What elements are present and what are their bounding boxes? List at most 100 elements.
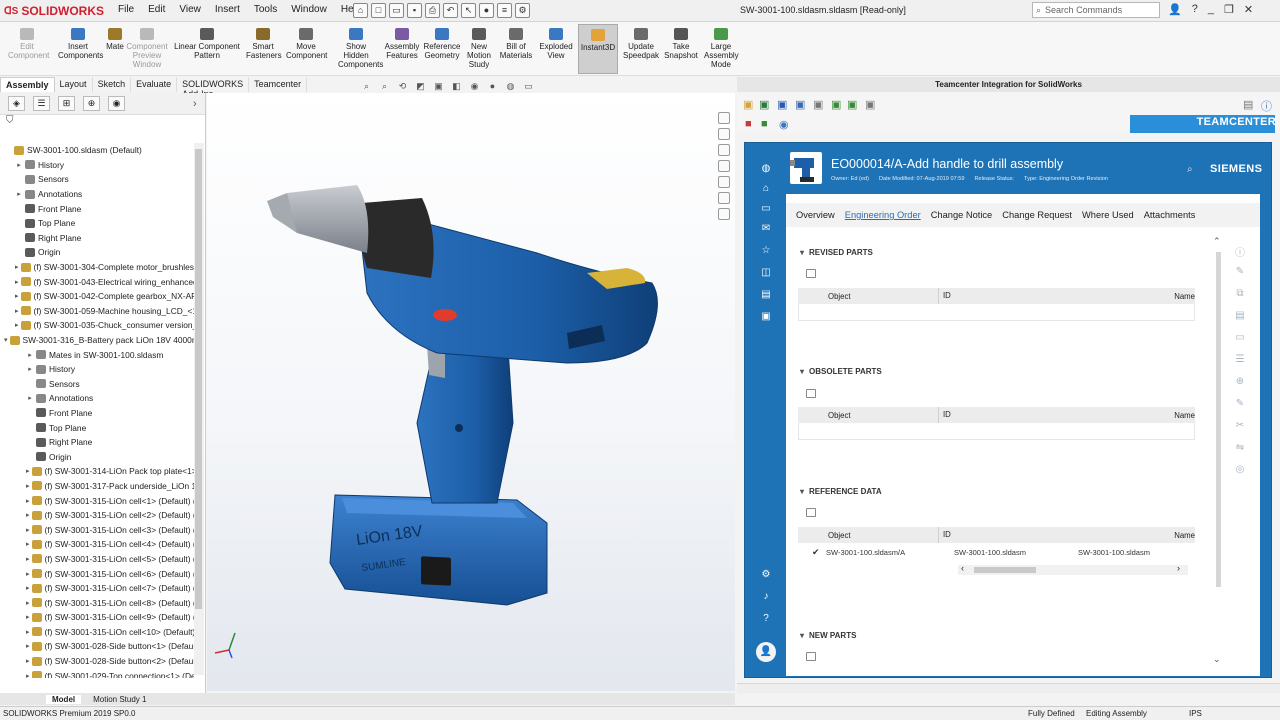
menu-edit[interactable]: Edit — [148, 4, 165, 15]
tree-item[interactable]: ▸ (f) SW-3001-028-Side button<2> (Default — [0, 654, 194, 669]
tree-item[interactable]: ▸ (f) SW-3001-042-Complete gearbox_NX-ARR… — [0, 289, 194, 304]
solidworks-logo[interactable]: ᗡS SOLIDWORKS — [4, 3, 104, 19]
add-action-icon[interactable]: ⊕ — [1234, 376, 1246, 387]
favorites-icon[interactable]: ☆ — [760, 246, 772, 256]
ribbon-button-10[interactable]: New Motion Study — [466, 28, 492, 69]
configuration-manager-icon[interactable]: ⊞ — [58, 96, 75, 111]
reports-icon[interactable]: ▣ — [760, 312, 772, 322]
tree-item[interactable]: ▸ (f) SW-3001-315-LiOn cell<5> (Default) … — [0, 552, 194, 567]
scroll-left-icon[interactable]: ‹ — [961, 563, 964, 573]
ribbon-button-7[interactable]: Show Hidden Components — [338, 28, 383, 69]
expand-toggle-icon[interactable]: ▸ — [15, 190, 23, 198]
tree-item[interactable]: Top Plane — [0, 420, 194, 435]
tree-item[interactable]: ▸ (f) SW-3001-315-LiOn cell<2> (Default) … — [0, 508, 194, 523]
share-action-icon[interactable]: ⇋ — [1234, 442, 1246, 453]
globe-icon[interactable]: ◍ — [760, 164, 772, 174]
expand-toggle-icon[interactable]: ▸ — [26, 351, 34, 359]
copy-action-icon[interactable]: ⧉ — [1234, 288, 1246, 299]
col-object[interactable]: Object — [798, 411, 938, 420]
add-obsolete-icon[interactable] — [806, 389, 816, 398]
scroll-up-icon[interactable]: ⌃ — [1213, 236, 1221, 247]
expand-toggle-icon[interactable]: ▸ — [26, 555, 30, 563]
property-manager-icon[interactable]: ☰ — [33, 96, 50, 111]
pencil-action-icon[interactable]: ✎ — [1234, 398, 1246, 409]
notifications-icon[interactable]: ♪ — [760, 592, 772, 602]
menu-tools[interactable]: Tools — [254, 4, 277, 15]
dimxpert-icon[interactable]: ⊕ — [83, 96, 100, 111]
select-icon[interactable]: ↖ — [461, 3, 476, 18]
expand-toggle-icon[interactable]: ▸ — [26, 628, 30, 636]
tree-item[interactable]: ▾ SW-3001-316_B-Battery pack LiOn 18V 400… — [0, 333, 194, 348]
menu-window[interactable]: Window — [291, 4, 327, 15]
tree-item[interactable]: Sensors — [0, 377, 194, 392]
scroll-right-icon[interactable]: › — [1177, 563, 1180, 573]
col-name[interactable]: Name — [1050, 411, 1195, 420]
tab-overview[interactable]: Overview — [796, 210, 835, 220]
tree-item[interactable]: ▸ Annotations — [0, 391, 194, 406]
tree-item[interactable]: ▸ (f) SW-3001-059-Machine housing_LCD_<1> — [0, 304, 194, 319]
settings-icon[interactable]: ▣ — [865, 98, 875, 111]
tree-item[interactable]: ▸ Mates in SW-3001-100.sldasm — [0, 347, 194, 362]
list-action-icon[interactable]: ☰ — [1234, 354, 1246, 365]
tab-change-request[interactable]: Change Request — [1002, 210, 1072, 220]
drill-chuck[interactable] — [267, 185, 434, 278]
chevron-right-icon[interactable]: › — [193, 98, 197, 110]
content-vscrollbar[interactable]: ⌃ ⌄ — [1213, 236, 1223, 670]
ribbon-button-12[interactable]: Exploded View — [538, 28, 574, 60]
tree-item[interactable]: ▸ (f) SW-3001-315-LiOn cell<6> (Default) … — [0, 566, 194, 581]
layout-icon[interactable]: ▤ — [1243, 98, 1253, 111]
paste-action-icon[interactable]: ▤ — [1234, 310, 1246, 321]
custom-properties-icon[interactable] — [718, 192, 730, 204]
tree-item[interactable]: ▸ (f) SW-3001-315-LiOn cell<3> (Default) … — [0, 522, 194, 537]
tree-item[interactable]: SW-3001-100.sldasm (Default) — [0, 143, 194, 158]
minimize-button[interactable]: _ — [1208, 3, 1214, 16]
expand-toggle-icon[interactable]: ▸ — [26, 394, 34, 402]
col-id[interactable]: ID — [937, 288, 1050, 304]
scroll-track[interactable] — [1216, 252, 1221, 587]
ribbon-button-6[interactable]: Move Component — [286, 28, 327, 60]
expand-toggle-icon[interactable]: ▸ — [26, 467, 30, 475]
tab-attachments[interactable]: Attachments — [1144, 210, 1196, 220]
col-name[interactable]: Name — [1050, 531, 1195, 540]
tab-where-used[interactable]: Where Used — [1082, 210, 1134, 220]
tree-item[interactable]: Front Plane — [0, 406, 194, 421]
tools-action-icon[interactable]: ✂ — [1234, 420, 1246, 431]
open-icon[interactable]: ▭ — [389, 3, 404, 18]
save-icon[interactable]: ▪ — [407, 3, 422, 18]
appearances-icon[interactable] — [718, 176, 730, 188]
tab-motion-study[interactable]: Motion Study 1 — [93, 695, 146, 704]
tree-item[interactable]: Sensors — [0, 172, 194, 187]
home-icon[interactable]: ⌂ — [353, 3, 368, 18]
tree-item[interactable]: ▸ (f) SW-3001-043-Electrical wiring_enhan… — [0, 274, 194, 289]
tree-item[interactable]: ▸ History — [0, 158, 194, 173]
ribbon-button-11[interactable]: Bill of Materials — [498, 28, 534, 60]
col-object[interactable]: Object — [798, 292, 938, 301]
tree-item[interactable]: Right Plane — [0, 435, 194, 450]
tree-item[interactable]: Top Plane — [0, 216, 194, 231]
tab-engineering-order[interactable]: Engineering Order — [845, 210, 921, 220]
ribbon-button-5[interactable]: Smart Fasteners — [246, 28, 282, 60]
tree-item[interactable]: ▸ (f) SW-3001-317-Pack underside_LiOn 18 — [0, 479, 194, 494]
menu-file[interactable]: File — [118, 4, 134, 15]
display-manager-icon[interactable]: ◉ — [108, 96, 125, 111]
expand-toggle-icon[interactable]: ▸ — [26, 672, 30, 678]
ribbon-button-9[interactable]: Reference Geometry — [422, 28, 462, 60]
ribbon-button-4[interactable]: Linear Component Pattern — [174, 28, 240, 60]
scenes-icon[interactable]: ◍ — [504, 80, 517, 93]
edit-action-icon[interactable]: ✎ — [1234, 266, 1246, 277]
add-revised-icon[interactable] — [806, 269, 816, 278]
settings-nav-icon[interactable]: ⚙ — [760, 570, 772, 580]
task-pane-home-icon[interactable] — [718, 112, 730, 124]
scroll-down-icon[interactable]: ⌄ — [1213, 654, 1221, 665]
tree-item[interactable]: ▸ (f) SW-3001-315-LiOn cell<1> (Default) … — [0, 493, 194, 508]
reference-data-title[interactable]: REFERENCE DATA — [800, 487, 882, 496]
view-settings-icon[interactable]: ▭ — [522, 80, 535, 93]
file-explorer-icon[interactable] — [718, 144, 730, 156]
battery-pack[interactable]: LiOn 18V SUMLINE — [329, 494, 548, 606]
scroll-thumb[interactable] — [195, 149, 202, 609]
new-parts-title[interactable]: NEW PARTS — [800, 631, 856, 640]
file-properties-icon[interactable]: ≡ — [497, 3, 512, 18]
new-document-icon[interactable]: □ — [371, 3, 386, 18]
design-library-icon[interactable] — [718, 128, 730, 140]
expand-toggle-icon[interactable]: ▸ — [26, 365, 34, 373]
